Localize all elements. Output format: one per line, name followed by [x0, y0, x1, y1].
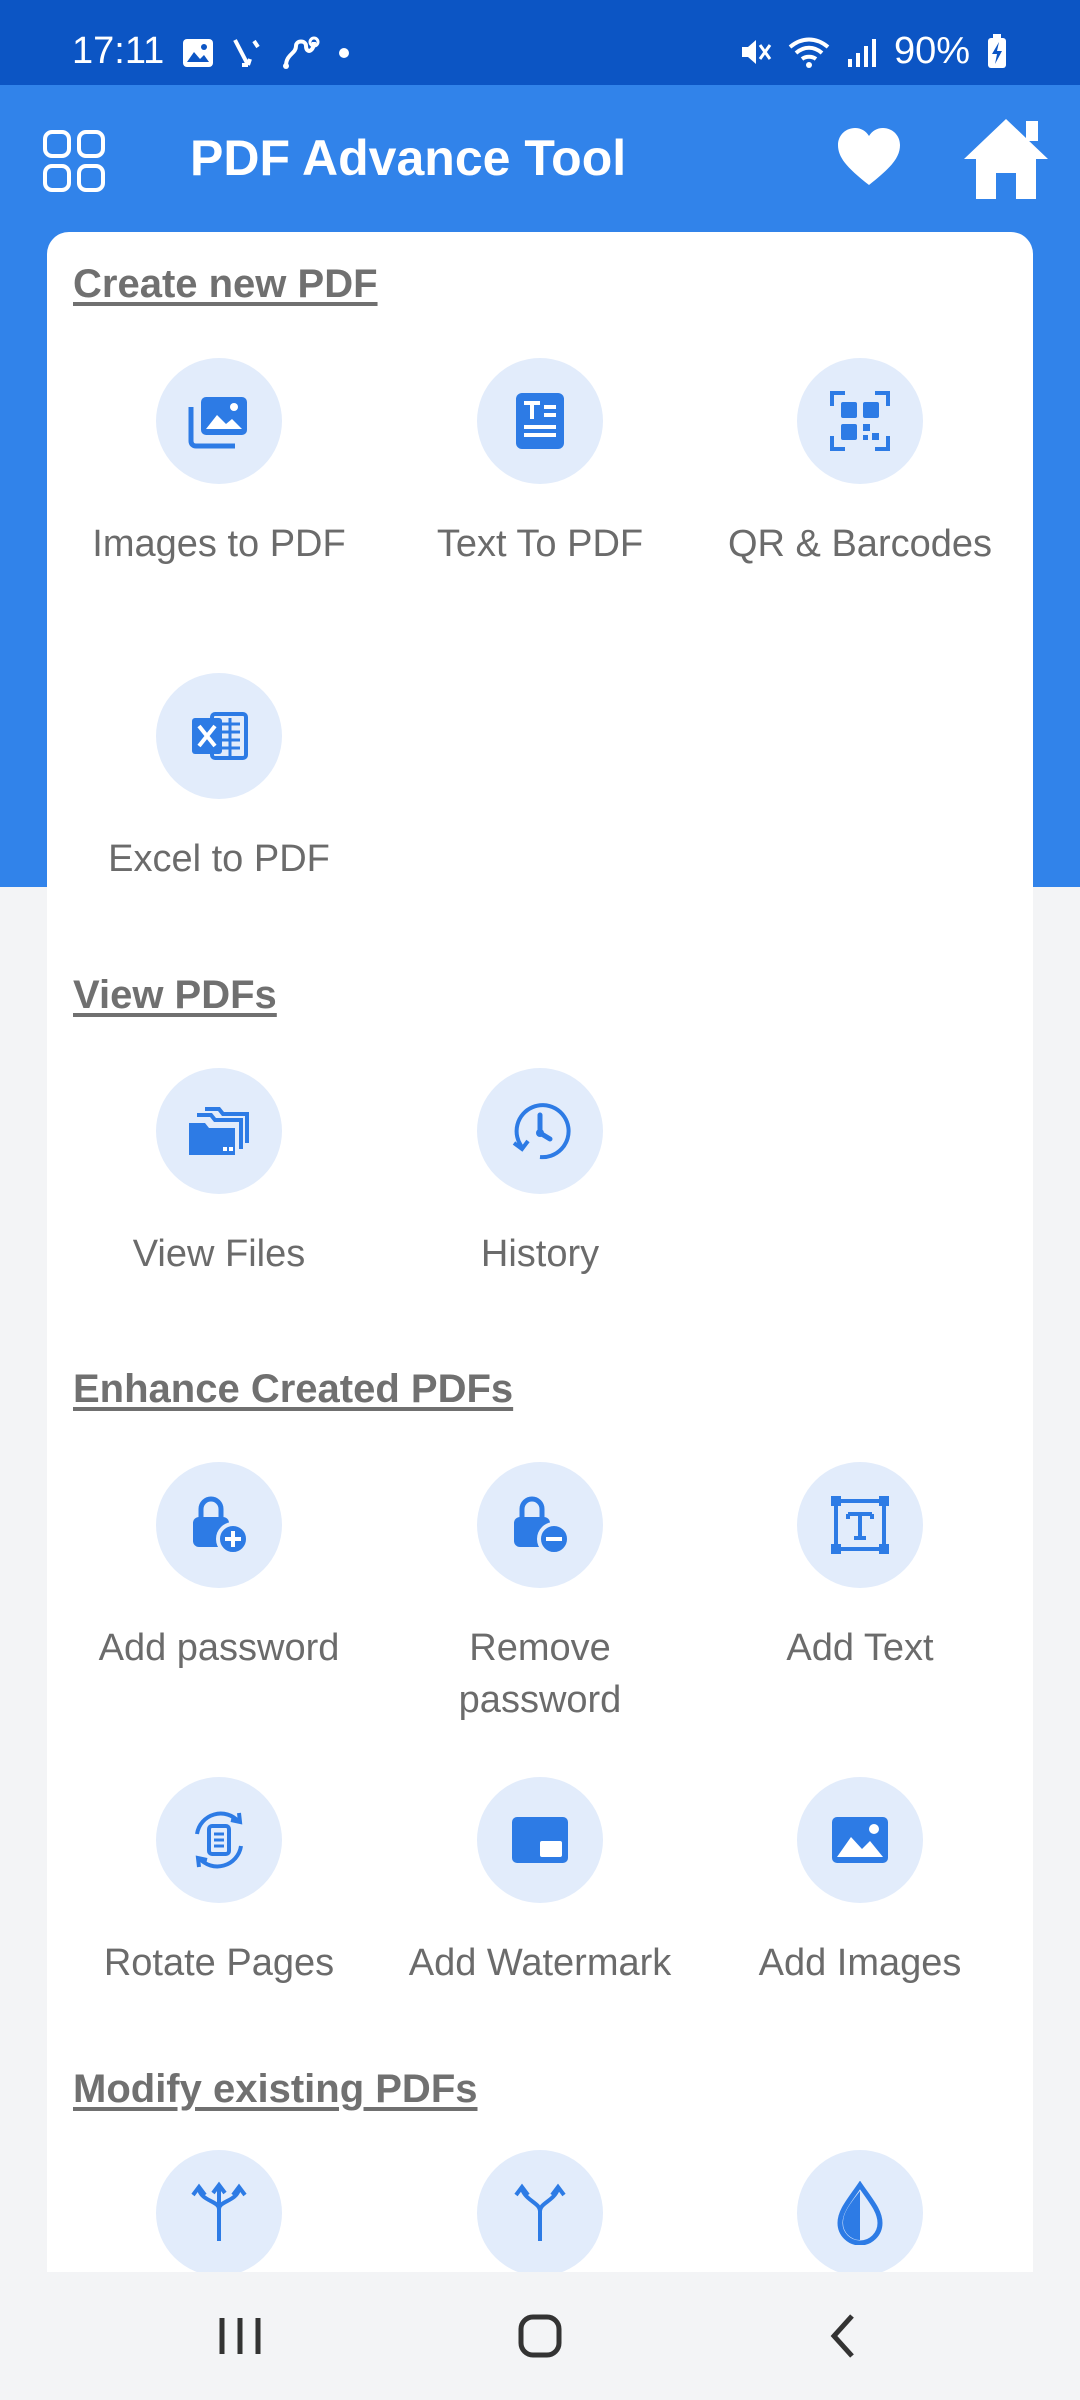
- tool-add-password[interactable]: Add password: [59, 1462, 379, 1674]
- notification-icons: [182, 36, 350, 70]
- signal-icon: [847, 38, 876, 67]
- tool-view-files[interactable]: View Files: [59, 1068, 379, 1280]
- tool-label: Text To PDF: [436, 523, 644, 565]
- mute-icon: [741, 39, 772, 64]
- lock-remove-icon: [514, 1496, 571, 1556]
- tool-icon-bg: [797, 1777, 923, 1903]
- folders-icon: [189, 1107, 249, 1155]
- tool-add-watermark[interactable]: Add Watermark: [380, 1777, 700, 1989]
- qr-code-icon: [830, 391, 890, 451]
- history-clock-icon: [512, 1103, 571, 1160]
- tool-icon-bg: [156, 673, 282, 799]
- tool-split[interactable]: [380, 2150, 700, 2272]
- tool-icon-bg: [477, 358, 603, 484]
- status-bar: 17:11 90%: [0, 0, 1080, 85]
- tool-label: History: [480, 1233, 600, 1275]
- status-time: 17:11: [72, 30, 165, 72]
- tool-label: Rotate Pages: [103, 1942, 335, 1984]
- dot-icon: [339, 48, 349, 58]
- grid-menu-icon[interactable]: [42, 129, 106, 193]
- watermark-icon: [512, 1817, 568, 1863]
- section-title-create: Create new PDF: [73, 262, 378, 306]
- text-frame-icon: [831, 1496, 889, 1554]
- tool-icon-bg: [797, 2150, 923, 2272]
- text-document-icon: [516, 393, 564, 449]
- app-title: PDF Advance Tool: [190, 130, 627, 186]
- tool-drop[interactable]: [700, 2150, 1020, 2272]
- tool-icon-bg: [156, 2150, 282, 2272]
- image-icon: [832, 1817, 888, 1863]
- section-title-enhance: Enhance Created PDFs: [73, 1367, 514, 1411]
- tool-history[interactable]: History: [380, 1068, 700, 1280]
- battery-charging-icon: [988, 33, 1006, 68]
- tool-icon-bg: [797, 1462, 923, 1588]
- gallery-notification-icon: [183, 39, 213, 67]
- missed-call-icon: [233, 39, 260, 67]
- tool-icon-bg: [477, 1777, 603, 1903]
- tool-images-to-pdf[interactable]: Images to PDF: [59, 358, 379, 570]
- tool-text-to-pdf[interactable]: Text To PDF: [380, 358, 700, 570]
- tool-icon-bg: [797, 358, 923, 484]
- split-arrows-icon: [514, 2183, 566, 2241]
- tool-label: QR & Barcodes: [728, 523, 992, 565]
- back-chevron-icon[interactable]: [804, 2304, 884, 2368]
- tool-icon-bg: [156, 1777, 282, 1903]
- lock-add-icon: [193, 1496, 250, 1556]
- recent-apps-icon[interactable]: [200, 2304, 280, 2368]
- tool-label: Add Watermark: [408, 1942, 672, 1984]
- merge-arrows-icon: [191, 2181, 247, 2241]
- tool-add-images[interactable]: Add Images: [700, 1777, 1020, 1989]
- wifi-icon: [788, 37, 830, 68]
- heart-icon[interactable]: [836, 125, 902, 191]
- tool-label: Remove password: [458, 1627, 622, 1721]
- section-title-modify: Modify existing PDFs: [73, 2067, 478, 2111]
- tool-add-text[interactable]: Add Text: [700, 1462, 1020, 1674]
- tool-remove-password[interactable]: Remove password: [380, 1462, 700, 1726]
- tool-label: Add Text: [786, 1627, 934, 1669]
- tool-icon-bg: [156, 1462, 282, 1588]
- tool-icon-bg: [477, 1068, 603, 1194]
- water-drop-icon: [837, 2181, 883, 2245]
- tool-rotate-pages[interactable]: Rotate Pages: [59, 1777, 379, 1989]
- rotate-page-icon: [195, 1811, 243, 1869]
- tool-label: View Files: [132, 1233, 306, 1275]
- tools-card: Create new PDF Images to PDF Text To PDF: [47, 232, 1033, 2272]
- system-status: 90%: [738, 30, 1008, 73]
- section-title-view: View PDFs: [73, 973, 277, 1017]
- home-icon[interactable]: [962, 115, 1050, 201]
- tool-label: Images to PDF: [92, 523, 346, 565]
- tool-icon-bg: [156, 358, 282, 484]
- route-icon: [283, 36, 320, 69]
- images-icon: [188, 397, 247, 449]
- battery-percent: 90%: [893, 30, 970, 72]
- tool-label: Excel to PDF: [108, 838, 330, 880]
- tool-qr-barcodes[interactable]: QR & Barcodes: [700, 358, 1020, 570]
- tool-excel-to-pdf[interactable]: Excel to PDF: [59, 673, 379, 885]
- tool-label: Add Images: [758, 1942, 962, 1984]
- home-circle-icon[interactable]: [500, 2304, 580, 2368]
- tool-icon-bg: [156, 1068, 282, 1194]
- tool-icon-bg: [477, 1462, 603, 1588]
- excel-icon: [192, 712, 248, 760]
- tool-label: Add password: [98, 1627, 340, 1669]
- tool-merge[interactable]: [59, 2150, 379, 2272]
- system-nav-bar: [0, 2272, 1080, 2400]
- tool-icon-bg: [477, 2150, 603, 2272]
